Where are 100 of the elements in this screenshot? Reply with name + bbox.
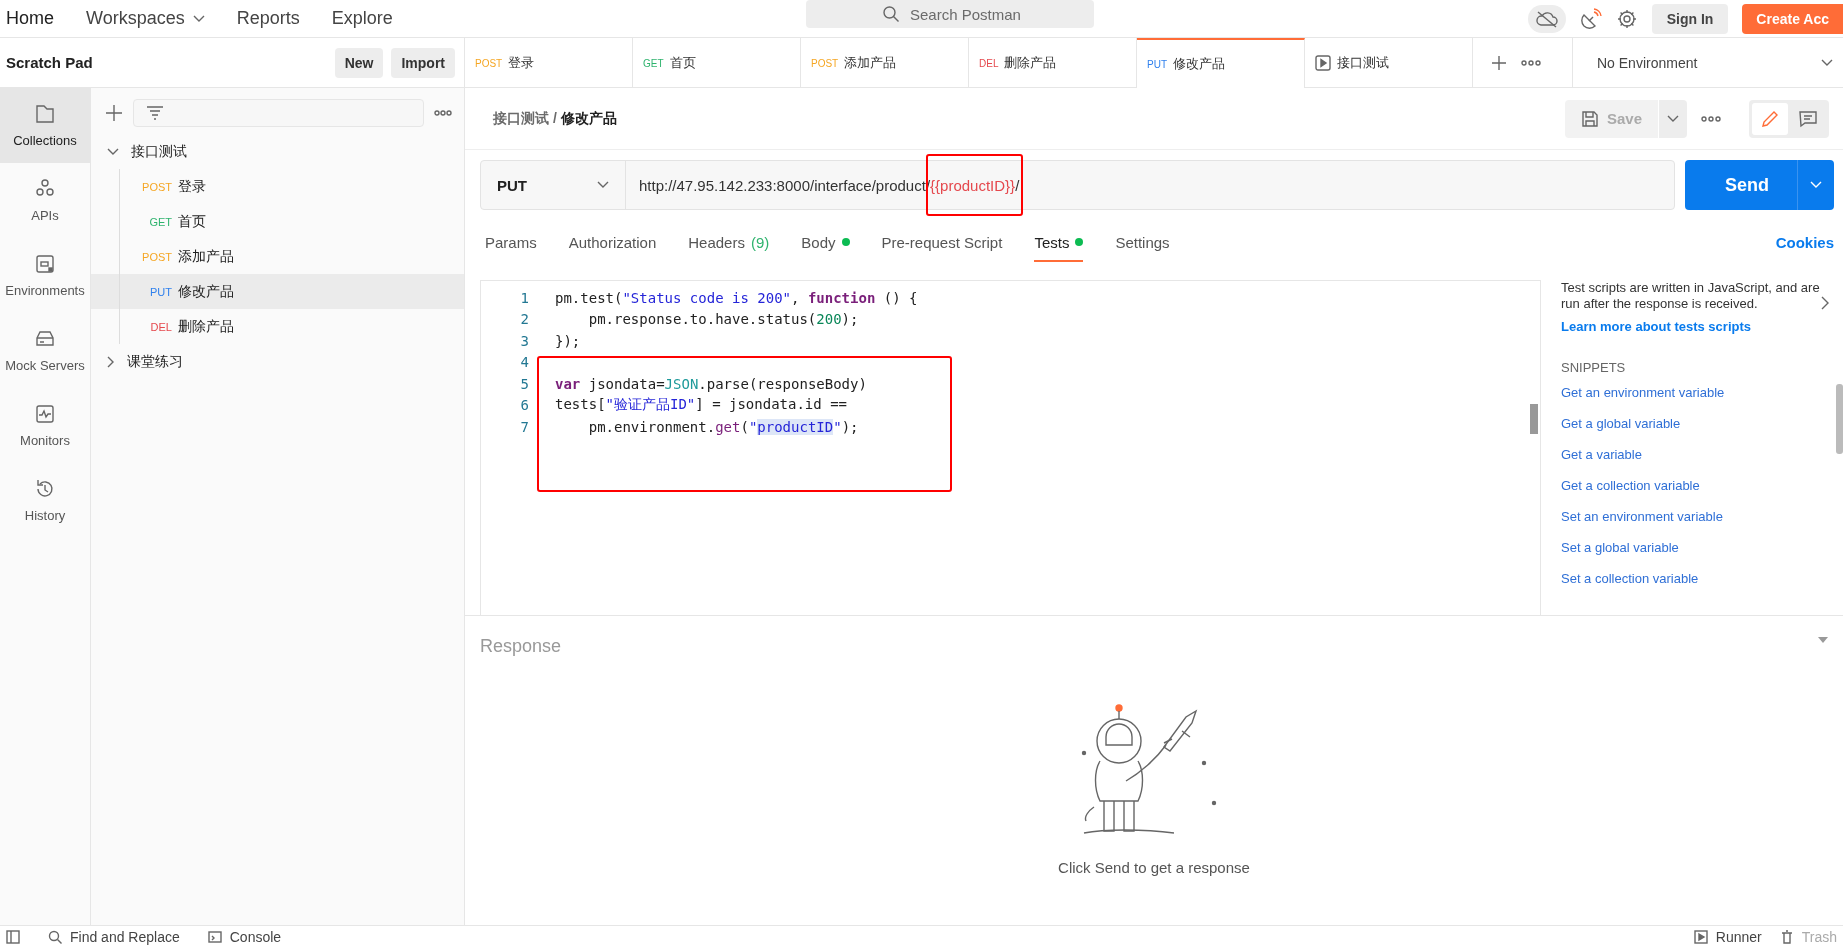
more-icon[interactable] [1701, 114, 1721, 123]
sync-button[interactable] [1527, 4, 1566, 33]
request-item[interactable]: DEL 删除产品 [119, 309, 464, 344]
code-line: pm.response.to.have.status(200); [587, 311, 859, 328]
request-tab[interactable]: POST 添加产品 [801, 38, 969, 88]
save-menu-button[interactable] [1659, 99, 1687, 138]
nav-link[interactable]: Home [6, 8, 54, 29]
filter-icon [146, 106, 164, 120]
play-icon [1693, 930, 1708, 944]
snippet-link[interactable]: Get a global variable [1561, 415, 1821, 431]
code-line: tests["验证产品ID"] = jsondata.id == [554, 396, 847, 415]
search-field[interactable]: Search Postman [806, 0, 1094, 28]
plus-icon[interactable] [105, 104, 123, 122]
breadcrumb: 接口测试 / 修改产品 [493, 109, 617, 128]
toolbar-button[interactable]: New [334, 47, 384, 78]
chevron-right-icon [107, 355, 115, 368]
response-heading: Response [480, 636, 562, 657]
search-icon [882, 5, 900, 23]
sidebar-tab[interactable]: History [0, 463, 90, 538]
toolbar-button[interactable]: Import [391, 47, 455, 78]
request-section-tab[interactable]: Params [485, 222, 537, 262]
trash-icon [1779, 930, 1794, 944]
collection-item[interactable]: 课堂练习 [91, 344, 464, 379]
save-icon [1580, 109, 1599, 128]
line-number: 5 [519, 375, 529, 392]
sidebar-toggle-icon[interactable] [6, 930, 20, 944]
caret-icon [1810, 181, 1822, 189]
empty-response-message: Click Send to get a response [1058, 859, 1250, 876]
caret-icon [1821, 58, 1833, 67]
sidebar-tab[interactable]: APIs [0, 163, 90, 238]
sidebar-tab[interactable]: Mock Servers [0, 313, 90, 388]
line-number: 1 [519, 289, 529, 306]
request-tab[interactable]: PUT 修改产品 [1137, 38, 1305, 88]
history-icon [34, 478, 56, 500]
environment-icon [34, 253, 56, 275]
snippet-link[interactable]: Set a collection variable [1561, 570, 1821, 586]
chevron-down-icon [107, 147, 119, 156]
cursor-marker [1530, 404, 1538, 434]
request-section-tab[interactable]: Authorization [568, 222, 657, 262]
code-line: var jsondata=JSON.parse(responseBody) [554, 375, 867, 392]
collapse-icon[interactable] [1818, 636, 1828, 644]
status-bar-button[interactable]: Console [207, 929, 282, 945]
more-icon[interactable] [1521, 58, 1541, 67]
request-section-tab[interactable]: Body [801, 222, 850, 262]
nav-link[interactable]: Workspaces [86, 8, 205, 29]
request-section-tab[interactable]: Pre-request Script [881, 222, 1003, 262]
pulse-icon [34, 403, 56, 425]
edit-button[interactable] [1752, 102, 1788, 135]
request-tab[interactable]: POST 登录 [465, 38, 633, 88]
line-number: 2 [519, 311, 529, 328]
line-number: 3 [519, 332, 529, 349]
status-bar-button[interactable]: Find and Replace [48, 929, 180, 945]
code-line: pm.environment.get("productID"); [587, 418, 859, 435]
line-number: 6 [519, 397, 529, 414]
status-bar-button[interactable]: Runner [1693, 929, 1762, 945]
comment-icon [1798, 108, 1818, 129]
snippet-link[interactable]: Set an environment variable [1561, 508, 1821, 524]
more-icon[interactable] [434, 109, 452, 117]
plus-icon[interactable] [1491, 54, 1507, 71]
snippet-link[interactable]: Set a global variable [1561, 539, 1821, 555]
sidebar-tab[interactable]: Collections [0, 88, 90, 163]
settings-icon[interactable] [1615, 7, 1638, 30]
line-number: 4 [519, 354, 529, 371]
collection-item[interactable]: 接口测试 [91, 134, 464, 169]
console-icon [207, 930, 222, 944]
scrollbar[interactable] [1836, 384, 1843, 454]
code-line: }); [554, 332, 581, 349]
snippet-link[interactable]: Get a collection variable [1561, 477, 1821, 493]
search-icon [48, 930, 62, 944]
caret-icon [1667, 114, 1679, 123]
request-section-tab[interactable]: Tests [1034, 222, 1084, 262]
play-icon [1315, 55, 1331, 71]
learn-more-link[interactable]: Learn more about tests scripts [1561, 318, 1821, 334]
environment-select[interactable]: No Environment [1572, 38, 1843, 87]
request-item[interactable]: PUT 修改产品 [91, 274, 464, 309]
snippet-link[interactable]: Get an environment variable [1561, 384, 1821, 400]
satellite-icon[interactable] [1579, 7, 1602, 30]
workspace-title: Scratch Pad [6, 54, 94, 71]
request-item[interactable]: POST 登录 [119, 169, 464, 204]
chevron-right-icon[interactable] [1821, 296, 1829, 310]
request-item[interactable]: GET 首页 [119, 204, 464, 239]
code-editor[interactable]: 1 pm.test("Status code is 200", function () { 2 pm.response.to.have.status(200); 3 }); 4 5 var jsondata=JSON.parse(responseBody) 6 tests["验证产品ID"] = jsondata.id == 7 pm.environment.get("productID"); [480, 280, 1541, 615]
cloud-off-icon [1534, 9, 1559, 28]
sidebar-tab[interactable]: Monitors [0, 388, 90, 463]
nav-link[interactable]: Reports [236, 8, 300, 29]
request-section-tab[interactable]: Headers (9) [688, 222, 770, 262]
request-tab[interactable]: 接口测试 [1305, 38, 1473, 88]
request-tab[interactable]: GET 首页 [633, 38, 801, 88]
snippets-heading: SNIPPETS [1561, 359, 1627, 375]
request-section-tab[interactable]: Settings [1115, 222, 1170, 262]
snippet-link[interactable]: Get a variable [1561, 446, 1821, 462]
filter-field[interactable] [133, 99, 424, 127]
folder-icon [34, 103, 56, 125]
line-number: 7 [519, 418, 529, 435]
sign-in-button[interactable]: Sign In [1651, 3, 1729, 34]
nav-link[interactable]: Explore [331, 8, 393, 29]
sidebar-tab[interactable]: Environments [0, 238, 90, 313]
code-line: pm.test("Status code is 200", function () { [554, 289, 918, 306]
cookies-link[interactable]: Cookies [1775, 233, 1834, 251]
environment-name: No Environment [1597, 54, 1698, 71]
